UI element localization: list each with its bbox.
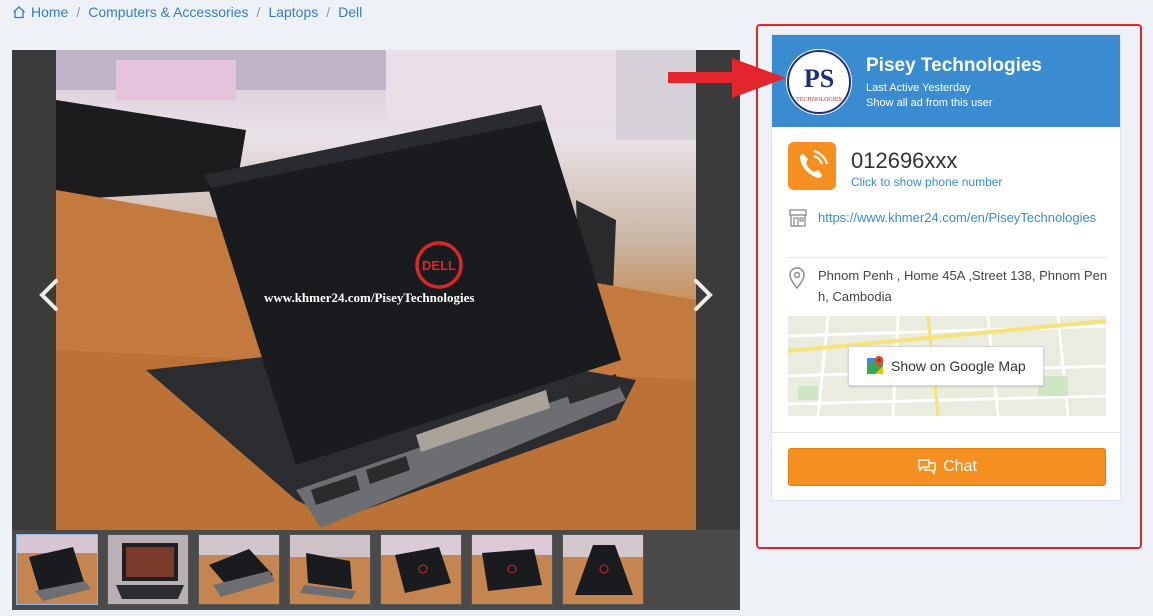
photo-gallery: DELL www.khmer24.com/PiseyTechnologies	[12, 50, 740, 610]
breadcrumb-separator: /	[326, 4, 331, 20]
chat-button[interactable]: Chat	[788, 448, 1106, 486]
seller-logo[interactable]: PS TECHNOLOGIES	[786, 49, 852, 115]
show-phone-link[interactable]: Click to show phone number	[851, 175, 1002, 189]
breadcrumb: Home / Computers & Accessories / Laptops…	[12, 3, 362, 21]
divider	[772, 432, 1120, 433]
breadcrumb-separator: /	[76, 4, 81, 20]
store-icon	[789, 209, 807, 227]
main-photo[interactable]: DELL www.khmer24.com/PiseyTechnologies	[56, 50, 696, 530]
laptop-photo: DELL www.khmer24.com/PiseyTechnologies	[56, 50, 696, 530]
show-on-google-map-button[interactable]: Show on Google Map	[848, 346, 1044, 386]
location-pin-icon	[789, 267, 805, 289]
thumbnail-5[interactable]	[380, 534, 462, 605]
address-text: Phnom Penh , Home 45A ,Street 138, Phnom…	[818, 268, 1108, 304]
thumbnail-2[interactable]	[107, 534, 189, 605]
phone-icon	[788, 142, 836, 190]
photo-watermark: www.khmer24.com/PiseyTechnologies	[264, 290, 474, 305]
google-maps-icon	[867, 356, 883, 374]
show-all-ads-link[interactable]: Show all ad from this user	[866, 97, 993, 109]
phone-number: 012696xxx	[851, 148, 958, 173]
logo-subtext: TECHNOLOGIES	[796, 97, 842, 103]
last-active-text: Last Active Yesterday	[866, 82, 971, 94]
map-button-label: Show on Google Map	[891, 358, 1026, 374]
phone-row[interactable]: 012696xxx Click to show phone number	[788, 142, 1108, 192]
next-photo-button[interactable]	[688, 275, 718, 315]
map-preview[interactable]: Show on Google Map	[788, 316, 1106, 416]
thumbnail-3[interactable]	[198, 534, 280, 605]
home-icon	[13, 6, 25, 19]
seller-panel: PS TECHNOLOGIES Pisey Technologies Last …	[771, 34, 1121, 501]
chat-icon	[918, 459, 936, 475]
breadcrumb-separator: /	[256, 4, 261, 20]
breadcrumb-computers[interactable]: Computers & Accessories	[88, 4, 248, 20]
breadcrumb-home[interactable]: Home	[31, 4, 68, 20]
thumbnail-1[interactable]	[16, 534, 98, 605]
thumbnail-7[interactable]	[562, 534, 644, 605]
previous-photo-button[interactable]	[34, 275, 64, 315]
seller-name[interactable]: Pisey Technologies	[866, 55, 1042, 77]
chat-label: Chat	[943, 458, 977, 475]
dell-logo-text: DELL	[422, 258, 456, 273]
thumbnail-6[interactable]	[471, 534, 553, 605]
red-arrow-annotation	[668, 58, 786, 98]
store-url-link[interactable]: https://www.khmer24.com/en/PiseyTechnolo…	[818, 207, 1110, 228]
thumbnail-4[interactable]	[289, 534, 371, 605]
breadcrumb-dell[interactable]: Dell	[338, 4, 362, 20]
seller-header: PS TECHNOLOGIES Pisey Technologies Last …	[772, 35, 1120, 127]
thumbnail-strip	[12, 530, 740, 610]
divider	[788, 257, 1106, 258]
breadcrumb-laptops[interactable]: Laptops	[268, 4, 318, 20]
logo-initials: PS	[804, 64, 834, 93]
